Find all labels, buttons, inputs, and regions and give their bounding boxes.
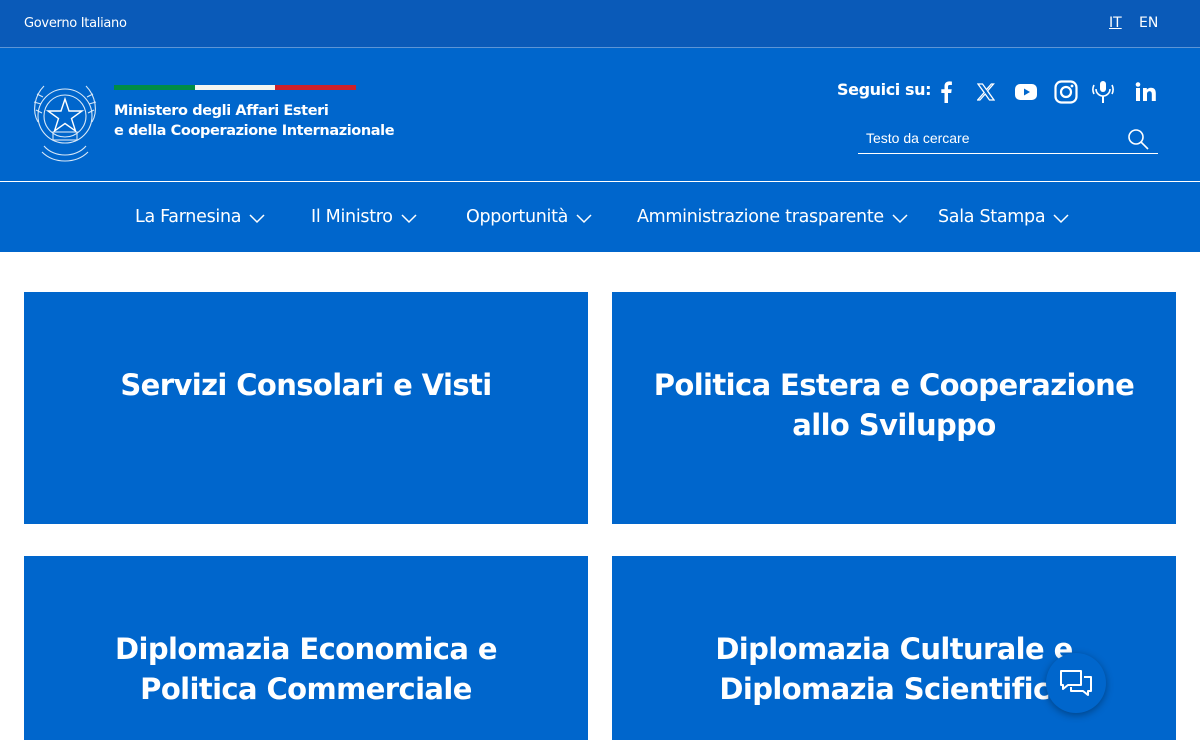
- government-bar: Governo Italiano IT EN: [0, 0, 1200, 48]
- nav-item-label: Amministrazione trasparente: [637, 207, 884, 227]
- search-input[interactable]: [858, 124, 1118, 152]
- government-link[interactable]: Governo Italiano: [24, 16, 127, 31]
- search-bar: [858, 124, 1158, 154]
- republic-emblem-logo[interactable]: [24, 72, 106, 166]
- card-title-line1: Politica Estera e Cooperazione: [653, 368, 1135, 402]
- x-icon[interactable]: [973, 79, 999, 105]
- card-title: Servizi Consolari e Visti: [120, 365, 492, 524]
- nav-item-amministrazione-trasparente[interactable]: Amministrazione trasparente: [637, 207, 908, 227]
- site-header: Ministero degli Affari Esteri e della Co…: [0, 48, 1200, 182]
- card-title-line2: allo Sviluppo: [792, 408, 996, 442]
- ministry-name[interactable]: Ministero degli Affari Esteri e della Co…: [114, 101, 395, 141]
- chevron-down-icon: [892, 213, 908, 223]
- card-title-line1: Servizi Consolari e Visti: [120, 368, 492, 402]
- nav-item-label: Sala Stampa: [938, 207, 1046, 227]
- ministry-name-line2: e della Cooperazione Internazionale: [114, 123, 395, 139]
- card-politica-estera[interactable]: Politica Estera e Cooperazione allo Svil…: [612, 292, 1176, 524]
- youtube-icon[interactable]: [1013, 79, 1039, 105]
- card-title-line2: Diplomazia Scientifica: [719, 672, 1069, 706]
- flag-green: [114, 85, 195, 90]
- follow-us-label: Seguici su:: [837, 80, 932, 99]
- nav-item-la-farnesina[interactable]: La Farnesina: [135, 207, 265, 227]
- main-navigation: La Farnesina Il Ministro Opportunità Amm…: [0, 182, 1200, 252]
- facebook-icon[interactable]: [933, 79, 959, 105]
- nav-item-sala-stampa[interactable]: Sala Stampa: [938, 207, 1069, 227]
- card-title: Politica Estera e Cooperazione allo Svil…: [654, 365, 1135, 524]
- card-title-line1: Diplomazia Culturale e: [715, 632, 1073, 666]
- chat-button[interactable]: [1046, 653, 1106, 713]
- linkedin-icon[interactable]: [1133, 79, 1159, 105]
- instagram-icon[interactable]: [1053, 79, 1079, 105]
- language-en-link[interactable]: EN: [1139, 15, 1158, 31]
- ministry-name-line1: Ministero degli Affari Esteri: [114, 103, 329, 119]
- card-title-line1: Diplomazia Economica e: [115, 632, 497, 666]
- card-servizi-consolari[interactable]: Servizi Consolari e Visti: [24, 292, 588, 524]
- chevron-down-icon: [401, 213, 417, 223]
- nav-item-il-ministro[interactable]: Il Ministro: [311, 207, 417, 227]
- nav-item-label: Il Ministro: [311, 207, 393, 227]
- card-title: Diplomazia Economica e Politica Commerci…: [115, 629, 497, 740]
- nav-item-opportunita[interactable]: Opportunità: [466, 207, 592, 227]
- card-title: Diplomazia Culturale e Diplomazia Scient…: [715, 629, 1073, 740]
- card-diplomazia-economica[interactable]: Diplomazia Economica e Politica Commerci…: [24, 556, 588, 740]
- chevron-down-icon: [1053, 213, 1069, 223]
- chevron-down-icon: [249, 213, 265, 223]
- search-icon[interactable]: [1126, 127, 1150, 151]
- chevron-down-icon: [576, 213, 592, 223]
- flag-red: [275, 85, 357, 90]
- nav-item-label: Opportunità: [466, 207, 569, 227]
- card-diplomazia-culturale[interactable]: Diplomazia Culturale e Diplomazia Scient…: [612, 556, 1176, 740]
- nav-item-label: La Farnesina: [135, 207, 242, 227]
- card-title-line2: Politica Commerciale: [140, 672, 472, 706]
- italian-flag-stripe: [114, 85, 357, 90]
- flag-white: [194, 85, 276, 90]
- podcast-icon[interactable]: [1090, 79, 1116, 105]
- language-it-link[interactable]: IT: [1109, 15, 1122, 31]
- chat-icon: [1060, 670, 1092, 696]
